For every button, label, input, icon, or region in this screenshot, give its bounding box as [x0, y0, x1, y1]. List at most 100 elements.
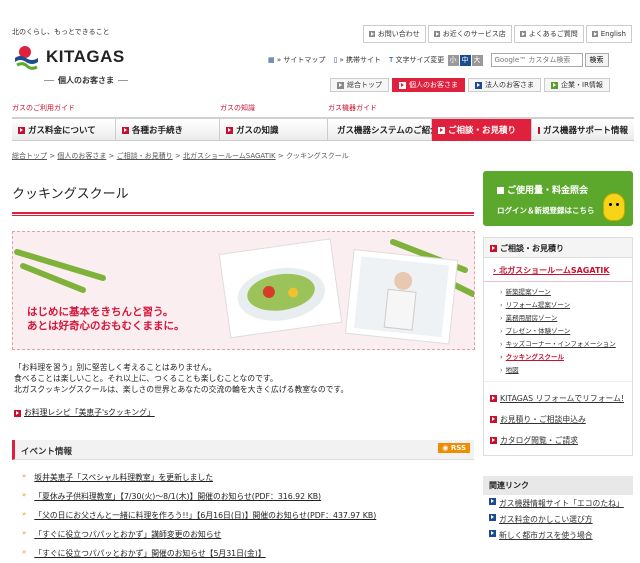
bullet-icon: » [22, 548, 27, 556]
arrow-icon [226, 126, 233, 134]
tab-personal[interactable]: 個人のお客さま [392, 78, 465, 92]
sidebar-subitem[interactable]: リフォーム提案ゾーン [500, 299, 632, 312]
text-icon: T [388, 55, 394, 64]
sidebar-subitem[interactable]: 新築提案ゾーン [500, 286, 632, 299]
events-list: » 坂井美恵子「スペシャル料理教室」を更新しました » 「夏休み子供料理教室」【7/… [22, 472, 472, 563]
arrow-icon [399, 81, 406, 89]
hero-copy: はじめに基本をきちんと習う。 あとは好奇心のおもむくままに。 [27, 306, 185, 332]
arrow-icon [489, 530, 496, 537]
sidebar-section-title: ご相談・お見積り [484, 238, 632, 258]
sidebar-link-catalog[interactable]: カタログ閲覧・ご請求 [490, 430, 632, 451]
nav-categories: ガスのご利用ガイド ガスの知識 ガス機器ガイド [12, 103, 634, 115]
sidebar-subitem[interactable]: プレゼン・体験ゾーン [500, 325, 632, 338]
events-header: イベント情報 ◉ RSS [12, 440, 474, 460]
nav-item-consultation[interactable]: ご相談・お見積り [432, 119, 532, 141]
breadcrumb-current: クッキングスクール [285, 152, 349, 160]
recipe-link[interactable]: お料理レシピ「美恵子'sクッキング」 [14, 407, 155, 418]
breadcrumb-top[interactable]: 総合トップ [12, 152, 47, 160]
sitemap-icon: ▦ [268, 56, 275, 64]
usage-title: ご使用量・料金照会 [497, 183, 588, 196]
top-links: お問い合わせ お近くのサービス店 よくあるご質問 English [362, 25, 632, 43]
bullet-icon: » [22, 529, 27, 537]
arrow-icon [475, 81, 482, 89]
service-store-link[interactable]: お近くのサービス店 [427, 25, 512, 43]
search-form: 検索 [490, 53, 609, 67]
mobile-site-link[interactable]: ▯ » 携帯サイト [333, 55, 381, 65]
site-tagline: 北のくらし、もっとできること [12, 28, 110, 36]
font-size-large-button[interactable]: 大 [471, 54, 483, 66]
search-input[interactable] [490, 53, 583, 67]
global-nav: ガス料金について 各種お手続き ガスの知識 ガス機器システムのご紹介 ご相談・お… [12, 117, 634, 141]
related-links-title: 関連リンク [483, 476, 633, 495]
intro-text: 「お料理を習う」別に堅苦しく考えることはありません。 食べることは楽しいこと。そ… [14, 363, 349, 394]
related-link[interactable]: 新しく都市ガスを使う場合 [483, 527, 633, 543]
arrow-icon [122, 126, 129, 134]
tab-ir[interactable]: 企業・IR情報 [544, 78, 610, 92]
english-link[interactable]: English [585, 25, 632, 43]
breadcrumb-showroom[interactable]: 北ガスショールームSAGATIK [183, 152, 276, 160]
nav-item-procedures[interactable]: 各種お手続き [116, 119, 220, 141]
font-size-medium-button[interactable]: 中 [459, 54, 471, 66]
sidebar-link-estimate[interactable]: お見積り・ご相談申込み [490, 409, 632, 430]
nav-item-systems[interactable]: ガス機器システムのご紹介 [328, 119, 439, 141]
nav-item-support[interactable]: ガス機器サポート情報 [532, 119, 634, 141]
arrow-icon [490, 416, 497, 423]
sidebar-subitem[interactable]: キッズコーナー・インフォメーション [500, 338, 632, 351]
mobile-icon: ▯ [333, 56, 338, 64]
font-size-control: T 文字サイズ変更 小中大 [388, 54, 483, 66]
font-size-small-button[interactable]: 小 [447, 54, 459, 66]
sidebar-link-reform[interactable]: KITAGAS リフォームでリフォーム! [490, 388, 632, 409]
search-button[interactable]: 検索 [584, 53, 609, 67]
event-item[interactable]: » 「すぐに役立つパパッとおかず」講師変更のお知らせ [22, 529, 472, 548]
arrow-icon [490, 437, 497, 444]
related-link[interactable]: ガス機器情報サイト「エコのたね」 [483, 495, 633, 511]
sidebar-item-showroom[interactable]: › 北ガスショールームSAGATIK [484, 258, 632, 282]
breadcrumb: 総合トップ > 個人のお客さま > ご相談・お見積り > 北ガスショールームSA… [12, 152, 349, 160]
sidebar-subitem[interactable]: 業務用厨房ゾーン [500, 312, 632, 325]
related-link[interactable]: ガス料金のかしこい選び方 [483, 511, 633, 527]
tab-business[interactable]: 法人のお客さま [468, 78, 541, 92]
title-divider [12, 212, 474, 216]
rss-icon: ◉ [442, 444, 449, 452]
event-item[interactable]: » 坂井美恵子「スペシャル料理教室」を更新しました [22, 472, 472, 491]
kitagas-logo-icon [12, 42, 42, 72]
breadcrumb-consultation[interactable]: ご相談・お見積り [117, 152, 173, 160]
arrow-icon [433, 31, 440, 37]
event-item[interactable]: » 「すぐに役立つパパッとおかず」開催のお知らせ【5月31日(金)】 [22, 548, 472, 563]
arrow-icon [497, 187, 504, 194]
bullet-icon: » [22, 472, 27, 480]
segment-tabs: 総合トップ 個人のお客さま 法人のお客さま 企業・IR情報 [330, 78, 610, 92]
sidebar-subitem[interactable]: 地図 [500, 364, 632, 377]
nav-category-guide: ガスのご利用ガイド [12, 104, 75, 112]
breadcrumb-personal[interactable]: 個人のお客さま [57, 152, 106, 160]
arrow-icon [551, 81, 558, 89]
arrow-icon [490, 395, 497, 402]
sitemap-link[interactable]: ▦ » サイトマップ [268, 55, 325, 65]
arrow-icon [591, 31, 598, 37]
event-item[interactable]: » 「夏休み子供料理教室」【7/30(火)～8/1(木)】開催のお知らせ(PDF：… [22, 491, 472, 510]
arrow-icon [438, 126, 445, 134]
arrow-icon [489, 498, 496, 505]
arrow-icon [18, 126, 25, 134]
event-item[interactable]: » 「父の日にお父さんと一緒に料理を作ろう!!」【6月16日(日)】開催のお知らせ… [22, 510, 472, 529]
nav-item-gas-rates[interactable]: ガス料金について [12, 119, 116, 141]
sidebar-links: KITAGAS リフォームでリフォーム! お見積り・ご相談申込み カタログ閲覧・… [484, 381, 632, 455]
arrow-icon [368, 31, 375, 37]
tab-corporate-top[interactable]: 総合トップ [330, 78, 389, 92]
utility-row: ▦ » サイトマップ ▯ » 携帯サイト T 文字サイズ変更 小中大 検索 [268, 53, 609, 67]
rss-button[interactable]: ◉ RSS [438, 443, 470, 453]
logo-subtitle: 個人のお客さま [40, 75, 132, 86]
sidebar-sublist: 新築提案ゾーン リフォーム提案ゾーン 業務用厨房ゾーン プレゼン・体験ゾーン キ… [484, 282, 632, 381]
site-logo[interactable]: KITAGAS [12, 42, 125, 72]
related-links: 関連リンク ガス機器情報サイト「エコのたね」 ガス料金のかしこい選び方 新しく都… [483, 476, 633, 543]
nav-item-gas-knowledge[interactable]: ガスの知識 [220, 119, 328, 141]
sidebar-subitem-current[interactable]: クッキングスクール [500, 351, 632, 364]
arrow-icon [14, 409, 21, 417]
usage-inquiry-button[interactable]: ご使用量・料金照会 ログイン＆新規登録はこちら [483, 171, 633, 226]
faq-link[interactable]: よくあるご質問 [513, 25, 584, 43]
page-title: クッキングスクール [12, 187, 129, 202]
contact-link[interactable]: お問い合わせ [362, 25, 426, 43]
hero-banner: はじめに基本をきちんと習う。 あとは好奇心のおもむくままに。 [12, 231, 475, 350]
arrow-icon [538, 126, 543, 134]
bullet-icon: » [22, 491, 27, 499]
